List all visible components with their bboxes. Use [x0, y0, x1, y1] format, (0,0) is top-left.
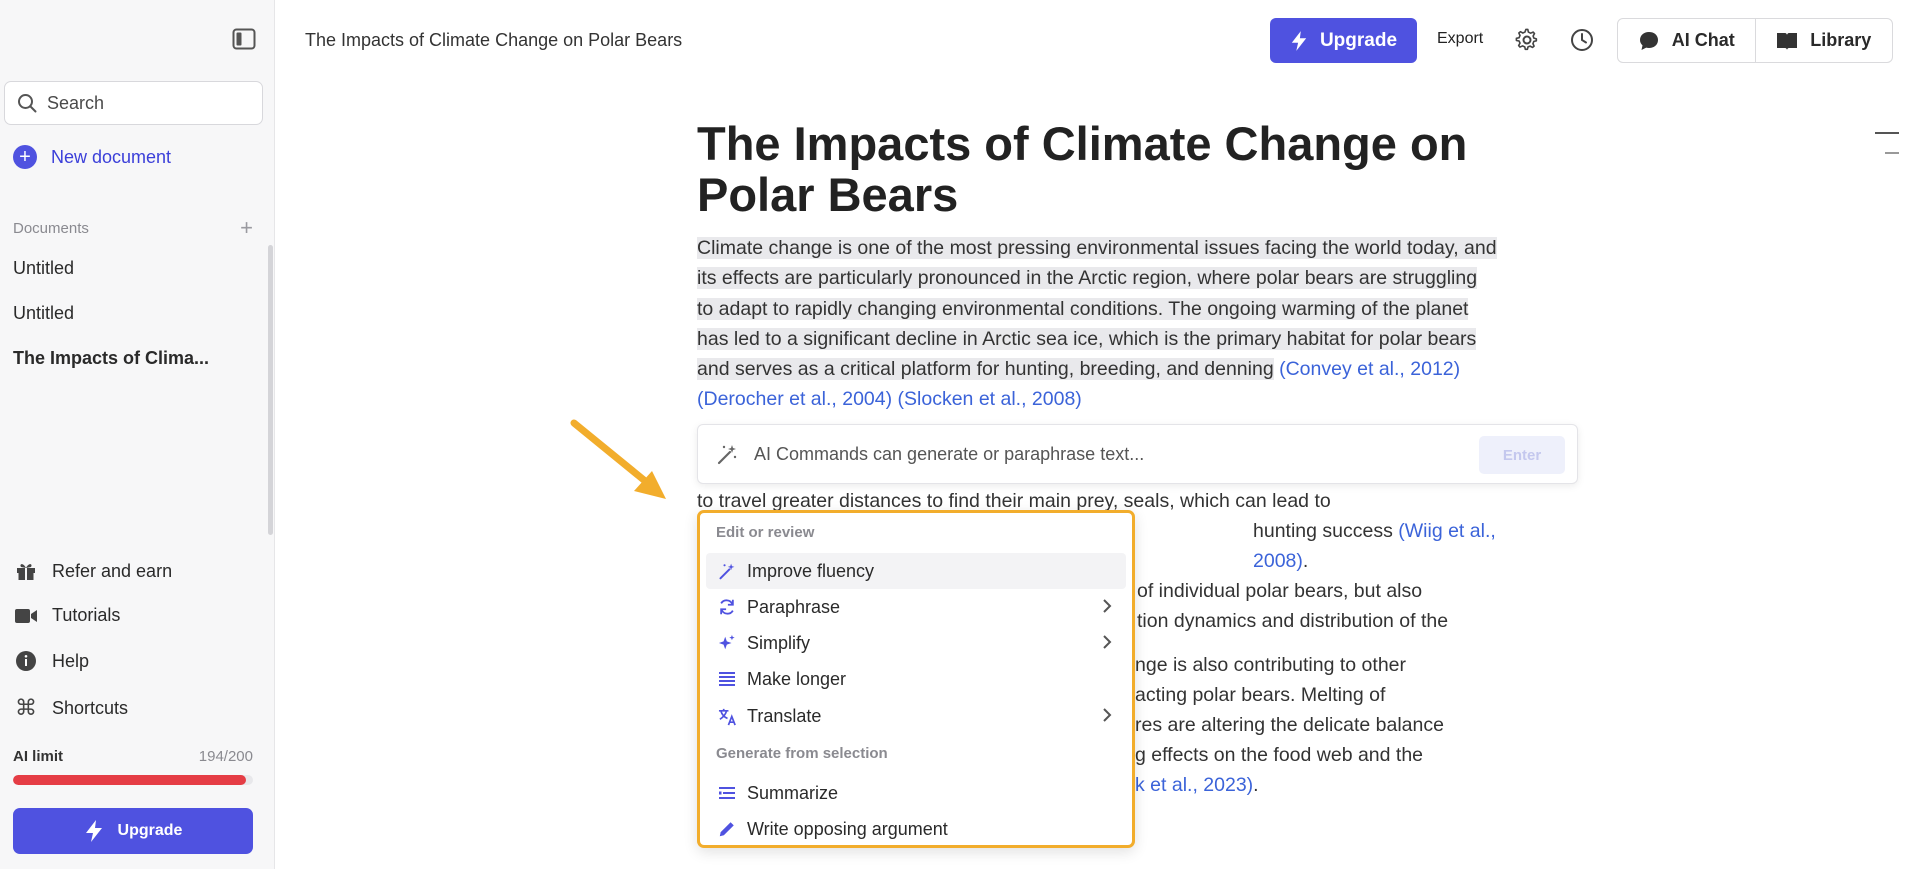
book-icon [1777, 32, 1798, 50]
shortcuts-label: Shortcuts [52, 697, 129, 718]
citation[interactable]: (Convey et al., 2012) [1279, 358, 1460, 380]
info-icon [14, 650, 38, 672]
chat-bubble-icon [1639, 31, 1658, 50]
plus-circle-icon: + [13, 145, 37, 169]
menu-item-label: Write opposing argument [747, 818, 948, 839]
citation[interactable]: (Slocken et al., 2008) [898, 388, 1082, 410]
menu-item-improve-fluency[interactable]: Improve fluency [706, 553, 1126, 589]
search-icon [18, 94, 37, 113]
upgrade-label: Upgrade [1319, 29, 1398, 51]
export-button[interactable]: Export [1437, 30, 1483, 48]
ai-chat-label: AI Chat [1671, 30, 1735, 50]
document-title[interactable]: The Impacts of Climate Change on Polar B… [697, 118, 1497, 220]
chevron-right-icon [1102, 634, 1112, 655]
pencil-icon [716, 820, 738, 838]
menu-item-write-opposing-argument[interactable]: Write opposing argument [706, 811, 1126, 847]
paragraph-2-text: hunting success [1253, 520, 1393, 542]
menu-item-label: Improve fluency [747, 560, 875, 581]
menu-section-generate: Generate from selection [716, 745, 888, 762]
sidebar-upgrade-label: Upgrade [117, 822, 183, 839]
new-document-button[interactable]: + New document [13, 145, 171, 169]
refer-and-earn-label: Refer and earn [52, 560, 173, 581]
history-clock-icon[interactable] [1570, 28, 1594, 57]
chevron-right-icon [1102, 707, 1112, 728]
tutorials-link[interactable]: Tutorials [14, 605, 120, 626]
menu-item-translate[interactable]: Translate [706, 698, 1126, 734]
document-item-untitled-2[interactable]: Untitled [13, 303, 74, 324]
ai-limit-value: 194/200 [198, 748, 253, 765]
ai-limit-progress-bar [13, 775, 253, 785]
document-outline-indicator[interactable] [1875, 130, 1899, 161]
menu-item-label: Summarize [747, 782, 839, 803]
sparkles-icon [716, 634, 738, 652]
add-document-icon[interactable]: + [240, 215, 253, 241]
refresh-icon [716, 598, 738, 616]
video-camera-icon [14, 607, 38, 625]
list-summary-icon [716, 785, 738, 801]
new-document-label: New document [51, 146, 172, 167]
tutorials-label: Tutorials [52, 605, 121, 625]
ai-limit: AI limit 194/200 [13, 748, 253, 765]
menu-item-summarize[interactable]: Summarize [706, 775, 1126, 811]
citation[interactable]: k et al., 2023) [1135, 774, 1253, 796]
sidebar: + New document Documents + Untitled Unti… [0, 0, 275, 869]
ai-limit-progress-fill [13, 775, 246, 785]
lines-icon [716, 671, 738, 687]
search-input[interactable] [47, 92, 237, 114]
library-button[interactable]: Library [1754, 19, 1893, 62]
shortcuts-link[interactable]: ⌘ Shortcuts [14, 695, 128, 721]
menu-section-edit-review: Edit or review [716, 524, 815, 541]
ai-chat-library-toggle: AI Chat Library [1617, 18, 1893, 63]
menu-item-make-longer[interactable]: Make longer [706, 661, 1126, 697]
gift-icon [14, 560, 38, 582]
refer-and-earn-link[interactable]: Refer and earn [14, 560, 172, 582]
sidebar-scrollbar[interactable] [268, 245, 273, 535]
search-box[interactable] [4, 81, 263, 125]
paragraph-1[interactable]: Climate change is one of the most pressi… [697, 233, 1497, 415]
document-breadcrumb-title: The Impacts of Climate Change on Polar B… [305, 30, 683, 50]
translate-icon [716, 707, 738, 726]
menu-item-simplify[interactable]: Simplify [706, 625, 1126, 661]
ai-command-bar: Enter [697, 424, 1578, 484]
document-item-untitled-1[interactable]: Untitled [13, 258, 74, 279]
help-label: Help [52, 650, 90, 671]
ai-command-input[interactable] [754, 443, 1474, 465]
sidebar-upgrade-button[interactable]: Upgrade [13, 808, 253, 854]
menu-item-label: Paraphrase [747, 596, 841, 617]
chevron-right-icon [1102, 598, 1112, 619]
lightning-icon [1291, 30, 1307, 51]
citation[interactable]: (Derocher et al., 2004) [697, 388, 892, 410]
ai-chat-button[interactable]: AI Chat [1618, 19, 1755, 62]
ai-limit-label: AI limit [13, 748, 64, 765]
menu-item-paraphrase[interactable]: Paraphrase [706, 589, 1126, 625]
menu-item-label: Make longer [747, 668, 847, 689]
annotation-arrow-icon [570, 419, 666, 499]
settings-gear-icon[interactable] [1515, 28, 1539, 57]
magic-wand-icon [717, 445, 737, 465]
documents-header: Documents + [13, 215, 253, 241]
upgrade-button[interactable]: Upgrade [1270, 18, 1417, 63]
library-label: Library [1810, 30, 1872, 50]
sidebar-toggle-icon[interactable] [232, 28, 258, 52]
menu-item-label: Simplify [747, 632, 811, 653]
document-item-polar-bears[interactable]: The Impacts of Clima... [13, 348, 209, 369]
ai-command-menu: Edit or review Improve fluency Paraphras… [697, 510, 1135, 848]
ai-command-enter-button[interactable]: Enter [1479, 436, 1565, 474]
command-key-icon: ⌘ [15, 695, 37, 720]
menu-item-label: Translate [747, 705, 822, 726]
lightning-icon [85, 820, 102, 842]
documents-header-label: Documents [13, 219, 89, 237]
help-link[interactable]: Help [14, 650, 89, 672]
magic-wand-icon [716, 562, 738, 580]
